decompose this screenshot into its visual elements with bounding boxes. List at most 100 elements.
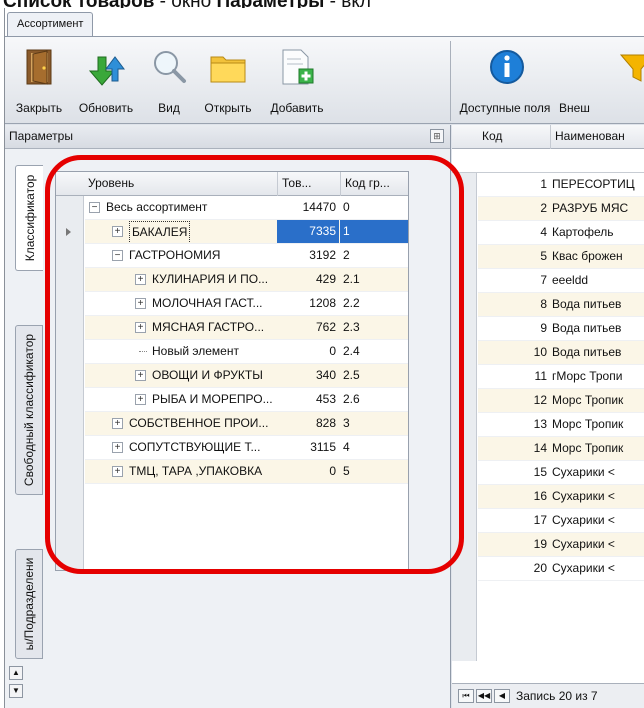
nav-first-button[interactable]: ⏮ [458, 689, 474, 703]
tree-count-cell: 7335 [277, 220, 339, 243]
open-button[interactable]: Открыть [197, 37, 259, 125]
list-item[interactable]: 11 гМорс Тропи [478, 365, 644, 389]
tree-row[interactable]: + ТМЦ, ТАРА ,УПАКОВКА 0 5 [85, 460, 408, 484]
tree-rows: − Весь ассортимент 14470 0 + БАКАЛЕЯ 7335 1− ГАС… [85, 196, 408, 484]
list-code-cell: 5 [540, 249, 547, 263]
tree-row[interactable]: + БАКАЛЕЯ 7335 1 [85, 220, 408, 244]
tree-count-cell: 3115 [310, 440, 336, 454]
list-item[interactable]: 9 Вода питьев [478, 317, 644, 341]
list-item[interactable]: 4 Картофель [478, 221, 644, 245]
refresh-button[interactable]: Обновить [71, 37, 141, 125]
tree-code-cell: 3 [343, 416, 350, 430]
expand-icon[interactable]: + [112, 466, 123, 477]
tree-code-cell: 1 [340, 220, 408, 243]
tree-row[interactable]: Новый элемент 0 2.4 [85, 340, 408, 364]
list-item[interactable]: 5 Квас брожен [478, 245, 644, 269]
col-name-header-list[interactable]: Наименован [550, 125, 644, 149]
record-status: Запись 20 из 7 [516, 689, 598, 703]
collapse-icon[interactable]: − [89, 202, 100, 213]
tree-count-cell: 762 [315, 320, 336, 334]
list-item[interactable]: 19 Сухарики < [478, 533, 644, 557]
tab-subdivisions[interactable]: ы/Подразделени [15, 549, 43, 659]
list-item[interactable]: 16 Сухарики < [478, 485, 644, 509]
tree-count-cell: 453 [315, 392, 336, 406]
tree-row[interactable]: − Весь ассортимент 14470 0 [85, 196, 408, 220]
list-code-cell: 9 [540, 321, 547, 335]
nav-prev-page-button[interactable]: ◀◀ [476, 689, 492, 703]
list-item[interactable]: 1 ПЕРЕСОРТИЦ [478, 173, 644, 197]
tree-row[interactable]: + МОЛОЧНАЯ ГАСТ... 1208 2.2 [85, 292, 408, 316]
expand-icon[interactable]: + [112, 418, 123, 429]
document-tabstrip: Ассортимент [5, 8, 644, 37]
tree-row[interactable]: + СОПУТСТВУЮЩИЕ Т... 3115 4 [85, 436, 408, 460]
tab-free-classifier-label: Свободный классификатор [22, 333, 36, 487]
expand-icon[interactable]: + [135, 298, 146, 309]
expand-icon[interactable]: + [135, 322, 146, 333]
expand-icon[interactable]: + [135, 274, 146, 285]
view-button[interactable]: Вид [143, 37, 195, 125]
parameters-panel: Параметры ⊞ Классификатор Свободный клас… [5, 125, 451, 708]
row-indicator-column [56, 196, 84, 570]
col-code-header[interactable]: Код гр... [340, 172, 408, 196]
parameters-title-label: Параметры [9, 129, 73, 143]
info-icon [490, 50, 524, 84]
tree-code-cell: 2.2 [343, 296, 360, 310]
available-fields-button[interactable]: Доступные поля [455, 37, 555, 125]
tree-code-cell: 2.6 [343, 392, 360, 406]
tree-node-label: КУЛИНАРИЯ И ПО... [152, 272, 269, 286]
tree-node-cell: − Весь ассортимент [85, 196, 277, 219]
list-item[interactable]: 8 Вода питьев [478, 293, 644, 317]
expand-icon[interactable]: + [135, 370, 146, 381]
refresh-button-label: Обновить [78, 101, 134, 115]
scroll-up-button[interactable]: ▲ [9, 666, 23, 680]
col-count-header[interactable]: Тов... [277, 172, 340, 196]
list-item[interactable]: 20 Сухарики < [478, 557, 644, 581]
list-name-cell: ПЕРЕСОРТИЦ [552, 177, 635, 191]
expand-icon[interactable]: + [135, 394, 146, 405]
tree-row[interactable]: + КУЛИНАРИЯ И ПО... 429 2.1 [85, 268, 408, 292]
tree-row[interactable]: − ГАСТРОНОМИЯ 3192 2 [85, 244, 408, 268]
magnifier-icon [154, 51, 186, 83]
expand-icon[interactable]: + [112, 226, 123, 237]
tree-row[interactable]: + ОВОЩИ И ФРУКТЫ 340 2.5 [85, 364, 408, 388]
expand-icon[interactable]: + [112, 442, 123, 453]
tree-node-label: ОВОЩИ И ФРУКТЫ [152, 368, 263, 382]
tree-count-cell: 1208 [309, 296, 336, 310]
list-item[interactable]: 2 РАЗРУБ МЯС [478, 197, 644, 221]
tree-code-cell: 2.4 [343, 344, 360, 358]
scroll-down-button[interactable]: ▼ [9, 684, 23, 698]
list-code-cell: 13 [533, 417, 547, 431]
close-button[interactable]: Закрыть [9, 37, 69, 125]
list-item[interactable]: 12 Морс Тропик [478, 389, 644, 413]
tree-node-label: БАКАЛЕЯ [129, 221, 191, 243]
col-code-header-list[interactable]: Код [478, 125, 550, 149]
list-item[interactable]: 15 Сухарики < [478, 461, 644, 485]
tree-node-label: РЫБА И МОРЕПРО... [152, 392, 273, 406]
list-item[interactable]: 14 Морс Тропик [478, 437, 644, 461]
add-button[interactable]: Добавить [261, 37, 333, 125]
tab-assortment[interactable]: Ассортимент [7, 12, 94, 37]
tab-free-classifier[interactable]: Свободный классификатор [15, 325, 43, 495]
list-item[interactable]: 7 eeeldd [478, 269, 644, 293]
col-level-header[interactable]: Уровень [84, 172, 277, 196]
tree-header: Уровень Тов... Код гр... [56, 172, 408, 196]
external-button[interactable]: Внеш [557, 37, 644, 125]
tree-code-cell: 5 [343, 464, 350, 478]
nav-prev-button[interactable]: ◀ [494, 689, 510, 703]
list-code-cell: 19 [533, 537, 547, 551]
open-button-label: Открыть [204, 101, 252, 115]
list-code-cell: 11 [534, 369, 547, 383]
list-item[interactable]: 10 Вода питьев [478, 341, 644, 365]
tree-row[interactable]: + СОБСТВЕННОЕ ПРОИ... 828 3 [85, 412, 408, 436]
list-item[interactable]: 13 Морс Тропик [478, 413, 644, 437]
tab-classifier[interactable]: Классификатор [15, 165, 43, 271]
tree-row[interactable]: + МЯСНАЯ ГАСТРО... 762 2.3 [85, 316, 408, 340]
pin-icon[interactable]: ⊞ [430, 129, 444, 143]
refresh-arrows-icon [88, 56, 125, 86]
collapse-icon[interactable]: − [112, 250, 123, 261]
filter-row[interactable] [452, 149, 644, 173]
tab-subdivisions-label: ы/Подразделени [22, 557, 36, 651]
tree-row[interactable]: + РЫБА И МОРЕПРО... 453 2.6 [85, 388, 408, 412]
tree-code-cell: 2.5 [343, 368, 360, 382]
list-item[interactable]: 17 Сухарики < [478, 509, 644, 533]
